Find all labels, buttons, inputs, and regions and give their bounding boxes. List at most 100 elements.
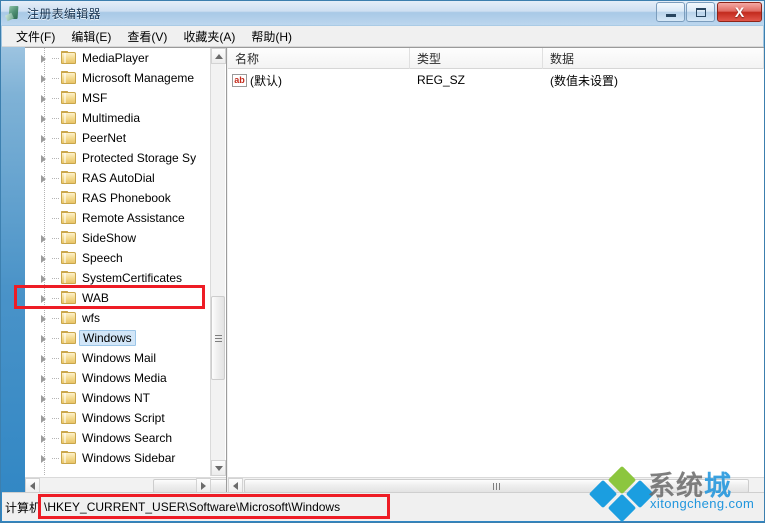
tree-item-protected-storage-sy[interactable]: Protected Storage Sy [25,148,211,168]
tree-item-windows-mail[interactable]: Windows Mail [25,348,211,368]
tree-connector-line [52,217,60,219]
tree-item-windows-sidebar[interactable]: Windows Sidebar [25,448,211,468]
folder-icon [61,51,77,65]
tree-item-sideshow[interactable]: SideShow [25,228,211,248]
tree-connector-line [52,317,60,319]
title-bar[interactable]: 注册表编辑器 X [1,1,764,25]
expand-arrow-icon[interactable] [37,412,50,425]
folder-icon [61,391,77,405]
expand-arrow-icon[interactable] [37,452,50,465]
tree-connector-line [52,57,60,59]
expand-arrow-icon[interactable] [37,72,50,85]
expand-arrow-icon[interactable] [37,112,50,125]
expand-arrow-icon[interactable] [37,372,50,385]
tree-item-systemcertificates[interactable]: SystemCertificates [25,268,211,288]
tree-connector-line [52,417,60,419]
menu-favorites[interactable]: 收藏夹(A) [175,26,243,47]
tree-item-wfs[interactable]: wfs [25,308,211,328]
expand-arrow-icon[interactable] [37,312,50,325]
tree-item-label: PeerNet [82,131,127,145]
expand-arrow-icon[interactable] [37,292,50,305]
tree-item-microsoft-manageme[interactable]: Microsoft Manageme [25,68,211,88]
folder-icon [61,411,77,425]
tree-item-windows-search[interactable]: Windows Search [25,428,211,448]
registry-value-list[interactable]: 名称 类型 数据 ab (默认) REG_SZ (数值未设置) [228,48,764,494]
expand-arrow-icon[interactable] [37,352,50,365]
folder-icon [61,291,77,305]
chevron-down-icon [214,465,223,471]
folder-icon [61,71,77,85]
tree-item-ras-autodial[interactable]: RAS AutoDial [25,168,211,188]
tree-scroll-up-button[interactable] [211,48,226,64]
tree-item-label: Multimedia [82,111,141,125]
expand-arrow-icon[interactable] [37,152,50,165]
expand-arrow-icon[interactable] [37,252,50,265]
folder-icon [61,431,77,445]
tree-connector-line [52,137,60,139]
folder-icon [61,311,77,325]
tree-vertical-scroll-thumb[interactable] [211,296,225,380]
tree-item-label: Windows Search [82,431,173,445]
scroll-grip-icon [493,482,500,490]
folder-icon [61,451,77,465]
tree-connector-line [52,277,60,279]
tree-item-label: SystemCertificates [82,271,183,285]
tree-vertical-scrollbar[interactable] [210,48,226,476]
menu-view[interactable]: 查看(V) [119,26,175,47]
tree-item-label: Windows [79,330,136,346]
expand-arrow-icon[interactable] [37,232,50,245]
tree-connector-line [52,117,60,119]
expand-arrow-icon[interactable] [37,272,50,285]
minimize-button[interactable] [656,2,685,22]
tree-item-windows-media[interactable]: Windows Media [25,368,211,388]
window-title: 注册表编辑器 [27,6,101,21]
tree-item-msf[interactable]: MSF [25,88,211,108]
expand-arrow-icon[interactable] [37,392,50,405]
menu-edit[interactable]: 编辑(E) [63,26,119,47]
status-computer-label: 计算机 [5,500,42,515]
maximize-button[interactable] [686,2,715,22]
tree-item-label: Microsoft Manageme [82,71,195,85]
menu-file[interactable]: 文件(F) [8,26,63,47]
close-button[interactable]: X [717,2,762,22]
tree-item-ras-phonebook[interactable]: RAS Phonebook [25,188,211,208]
tree-item-mediaplayer[interactable]: MediaPlayer [25,48,211,68]
tree-item-remote-assistance[interactable]: Remote Assistance [25,208,211,228]
tree-item-multimedia[interactable]: Multimedia [25,108,211,128]
list-horizontal-scroll-thumb[interactable] [244,479,749,493]
tree-item-peernet[interactable]: PeerNet [25,128,211,148]
expand-arrow-icon[interactable] [37,332,50,345]
tree-item-speech[interactable]: Speech [25,248,211,268]
tree-horizontal-scroll-thumb[interactable] [153,479,226,493]
expand-arrow-icon[interactable] [37,132,50,145]
tree-item-windows[interactable]: Windows [25,328,211,348]
tree-item-label: SideShow [82,231,137,245]
maximize-icon [695,7,706,17]
column-header-2[interactable]: 数据 [543,48,764,69]
table-row[interactable]: ab (默认) REG_SZ (数值未设置) [228,70,764,90]
cell-data: (数值未设置) [550,73,618,88]
column-header-1[interactable]: 类型 [410,48,543,69]
expand-arrow-icon[interactable] [37,172,50,185]
expand-arrow-icon[interactable] [37,92,50,105]
expand-arrow-icon[interactable] [37,52,50,65]
tree-item-label: RAS Phonebook [82,191,171,205]
tree-connector-line [52,177,60,179]
tree-scroll-down-button[interactable] [211,460,226,476]
column-header-0[interactable]: 名称 [228,48,410,69]
tree-item-wab[interactable]: WAB [25,288,211,308]
scroll-grip-icon [214,334,222,342]
chevron-left-icon [30,482,35,490]
tree-item-label: Windows Media [82,371,167,385]
tree-item-label: Windows Sidebar [82,451,176,465]
window-controls: X [655,2,762,22]
cell-name: ab (默认) [228,70,410,90]
cell-type: REG_SZ [417,73,466,87]
expand-arrow-icon[interactable] [37,432,50,445]
tree-item-label: Windows Mail [82,351,157,365]
tree-item-windows-script[interactable]: Windows Script [25,408,211,428]
tree-item-windows-nt[interactable]: Windows NT [25,388,211,408]
menu-help[interactable]: 帮助(H) [243,26,300,47]
registry-key-tree[interactable]: MediaPlayer Microsoft Manageme MSF Multimed… [25,48,227,494]
folder-icon [61,191,77,205]
